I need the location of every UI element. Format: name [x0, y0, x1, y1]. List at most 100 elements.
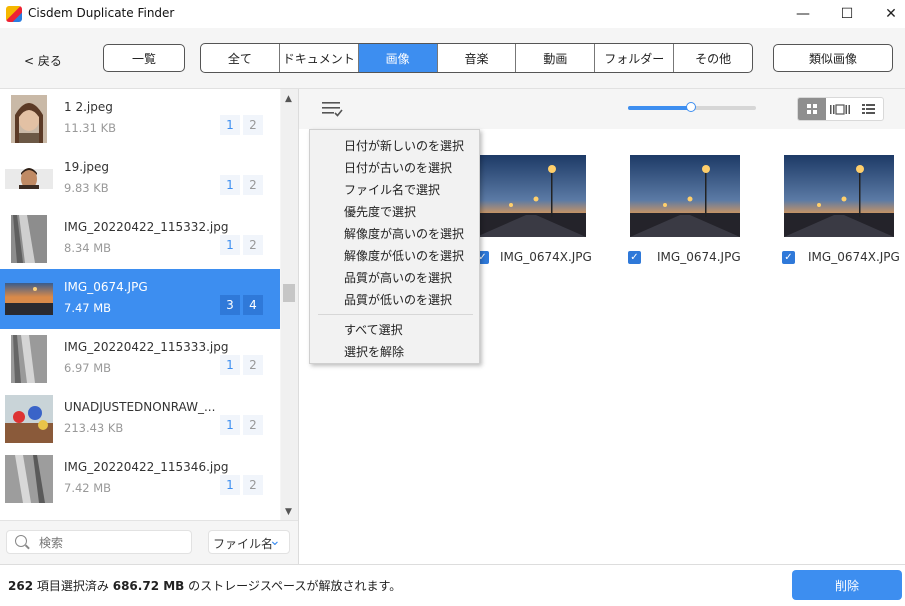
list-item[interactable]: IMG_20220422_115332.jpg 8.34 MB 1 2 [0, 209, 280, 269]
sort-label: ファイル名 [213, 537, 274, 551]
back-button[interactable]: < 戻る [24, 52, 62, 69]
toys-thumbnail [5, 395, 53, 443]
image-label: IMG_0674X.JPG [500, 250, 592, 264]
menu-item-select-low-resolution[interactable]: 解像度が低いのを選択 [344, 247, 464, 264]
image-label: IMG_0674.JPG [657, 250, 741, 264]
duplicate-count-b: 4 [243, 295, 263, 315]
rail-thumbnail [5, 455, 53, 503]
menu-item-select-oldest[interactable]: 日付が古いのを選択 [344, 159, 452, 176]
sort-menu-icon[interactable] [322, 101, 344, 120]
file-name: UNADJUSTEDNONRAW_... [64, 400, 216, 414]
scroll-thumb[interactable] [283, 284, 295, 302]
thumbnail [5, 215, 53, 263]
zoom-slider-handle[interactable] [686, 102, 696, 112]
category-tabs: 全て ドキュメント 画像 音楽 動画 フォルダー その他 [200, 43, 753, 73]
menu-item-select-high-quality[interactable]: 品質が高いのを選択 [344, 269, 452, 286]
list-item[interactable]: 1 2.jpeg 11.31 KB 1 2 [0, 89, 280, 149]
list-item[interactable]: 19.jpeg 9.83 KB 1 2 [0, 149, 280, 209]
duplicate-count-a: 1 [220, 115, 240, 135]
tab-video[interactable]: 動画 [516, 44, 596, 72]
chevron-down-icon: ⌄ [269, 533, 281, 549]
search-box[interactable] [6, 530, 192, 554]
duplicate-count-b: 2 [243, 175, 263, 195]
list-item[interactable]: UNADJUSTEDNONRAW_... 213.43 KB 1 2 [0, 389, 280, 449]
rail-thumbnail [11, 335, 47, 383]
list-item[interactable]: IMG_20220422_115346.jpg 7.42 MB 1 2 [0, 449, 280, 509]
duplicate-count-a: 1 [220, 355, 240, 375]
thumbnail [5, 335, 53, 383]
file-size: 6.97 MB [64, 361, 112, 375]
menu-item-deselect[interactable]: 選択を解除 [344, 343, 404, 360]
image-preview[interactable] [476, 155, 586, 237]
filmstrip-view-icon[interactable] [826, 98, 854, 120]
zoom-slider-fill [628, 106, 692, 110]
tab-documents[interactable]: ドキュメント [280, 44, 359, 72]
select-menu-icon [322, 102, 343, 117]
rail-thumbnail [11, 215, 47, 263]
selected-count-suffix: 項目選択済み [36, 579, 109, 593]
duplicate-count-a: 1 [220, 415, 240, 435]
file-name: 19.jpeg [64, 160, 110, 174]
image-checkbox[interactable]: ✓ [782, 251, 795, 264]
menu-item-select-high-resolution[interactable]: 解像度が高いのを選択 [344, 225, 464, 242]
file-size: 9.83 KB [64, 181, 109, 195]
menu-separator [318, 314, 473, 315]
list-button[interactable]: 一覧 [103, 44, 185, 72]
minimize-button[interactable]: — [781, 0, 825, 28]
menu-item-select-by-priority[interactable]: 優先度で選択 [344, 203, 416, 220]
file-size: 213.43 KB [64, 421, 124, 435]
tab-all[interactable]: 全て [201, 44, 280, 72]
close-button[interactable]: ✕ [869, 0, 905, 28]
thumbnail [5, 455, 53, 503]
sunset-road-thumbnail [5, 283, 53, 315]
portrait-woman-thumbnail [11, 95, 47, 143]
tab-folders[interactable]: フォルダー [595, 44, 675, 72]
file-list-scrollbar[interactable]: ▲ ▼ [281, 89, 298, 520]
duplicate-count-b: 2 [243, 235, 263, 255]
grid-view-icon[interactable] [798, 98, 827, 120]
file-size: 7.42 MB [64, 481, 112, 495]
window-title: Cisdem Duplicate Finder [28, 6, 175, 20]
menu-item-select-low-quality[interactable]: 品質が低いのを選択 [344, 291, 452, 308]
duplicate-count-b: 2 [243, 415, 263, 435]
search-icon [15, 535, 27, 547]
image-label: IMG_0674X.JPG [808, 250, 900, 264]
tab-other[interactable]: その他 [674, 44, 752, 72]
duplicate-count-b: 2 [243, 355, 263, 375]
file-size: 8.34 MB [64, 241, 112, 255]
menu-item-select-newest[interactable]: 日付が新しいのを選択 [344, 137, 464, 154]
freed-size-suffix: のストレージスペースが解放されます。 [188, 579, 402, 593]
list-item[interactable]: IMG_20220422_115333.jpg 6.97 MB 1 2 [0, 329, 280, 389]
image-checkbox[interactable]: ✓ [628, 251, 641, 264]
selection-status: 262 項目選択済み 686.72 MB のストレージスペースが解放されます。 [8, 577, 401, 594]
tab-music[interactable]: 音楽 [438, 44, 517, 72]
duplicate-count-a: 1 [220, 235, 240, 255]
delete-button[interactable]: 削除 [792, 570, 902, 600]
list-item[interactable]: IMG_0674.JPG 7.47 MB 3 4 [0, 269, 280, 329]
file-name: IMG_20220422_115346.jpg [64, 460, 229, 474]
portrait-man-thumbnail [5, 168, 53, 189]
thumbnail [5, 275, 53, 323]
duplicate-count-a: 1 [220, 475, 240, 495]
tab-images[interactable]: 画像 [358, 44, 438, 72]
search-input[interactable] [37, 533, 191, 553]
image-preview[interactable] [630, 155, 740, 237]
similar-images-button[interactable]: 類似画像 [773, 44, 893, 72]
file-size: 11.31 KB [64, 121, 117, 135]
file-name: IMG_0674.JPG [64, 280, 148, 294]
maximize-button[interactable]: ☐ [825, 0, 869, 28]
menu-item-select-by-filename[interactable]: ファイル名で選択 [344, 181, 440, 198]
duplicate-count-a: 3 [220, 295, 240, 315]
image-preview[interactable] [784, 155, 894, 237]
list-view-icon[interactable] [855, 98, 883, 120]
menu-item-select-all[interactable]: すべて選択 [344, 321, 403, 338]
thumbnail [5, 95, 53, 143]
duplicate-count-b: 2 [243, 115, 263, 135]
thumbnail [5, 155, 53, 203]
file-name: IMG_20220422_115333.jpg [64, 340, 229, 354]
file-list: 1 2.jpeg 11.31 KB 1 2 19.jpeg 9.83 KB 1 … [0, 89, 280, 520]
scroll-up-icon[interactable]: ▲ [285, 94, 292, 104]
sort-select[interactable]: ファイル名 ⌄ [208, 530, 290, 554]
file-name: IMG_20220422_115332.jpg [64, 220, 229, 234]
scroll-down-icon[interactable]: ▼ [285, 507, 292, 517]
